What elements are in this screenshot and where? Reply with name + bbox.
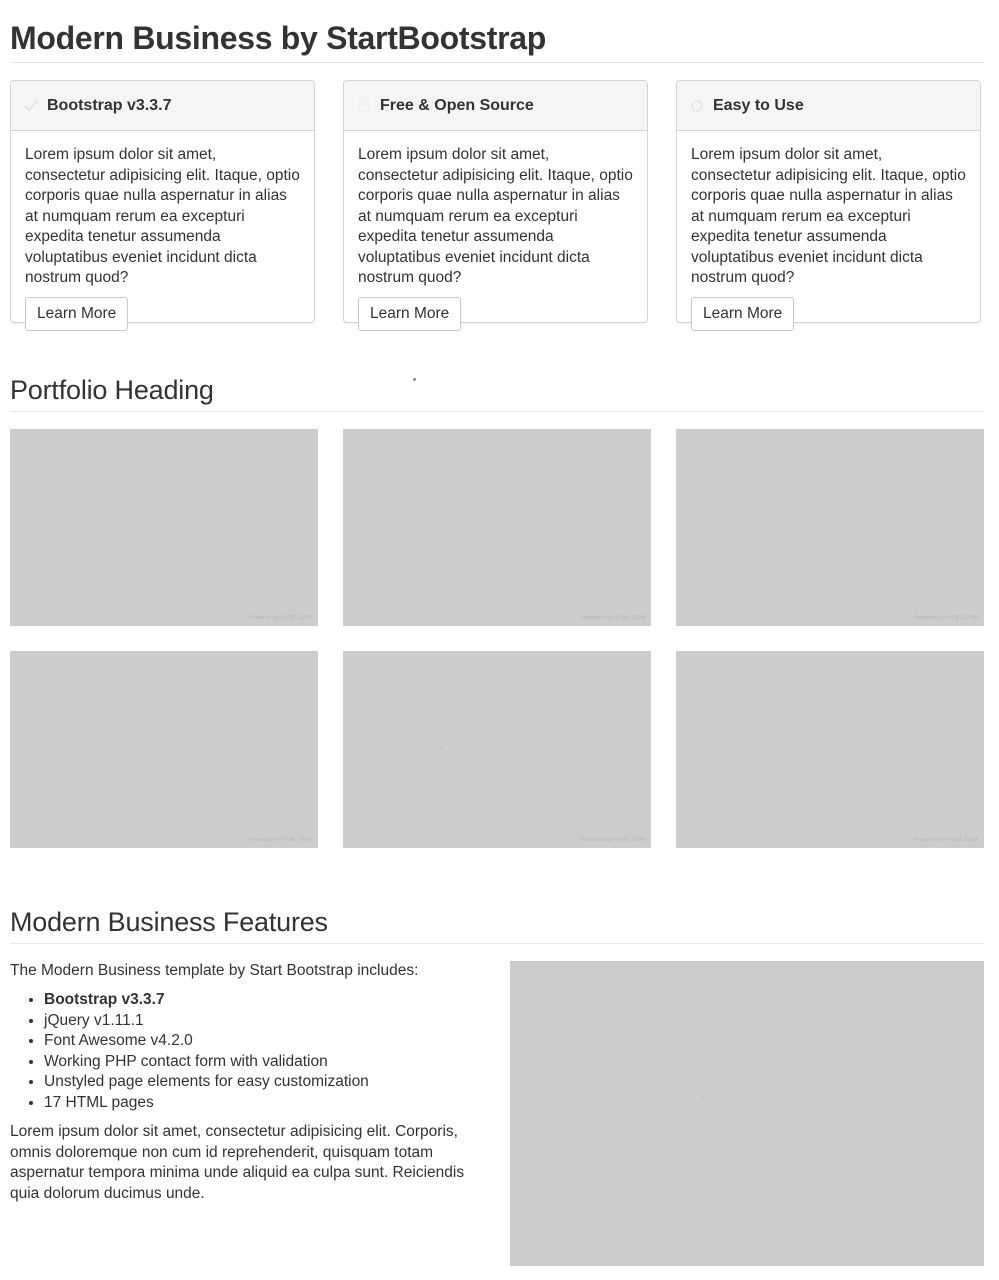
learn-more-button[interactable]: Learn More [358,296,462,331]
features-intro: The Modern Business template by Start Bo… [10,962,419,979]
portfolio-item[interactable]: Powered by HTML.COM [343,651,651,848]
list-item: 17 HTML pages [44,1093,369,1114]
placeholder-speck [125,530,127,531]
placeholder-speck [702,1097,704,1098]
panel-heading: Free & Open Source [344,81,647,131]
list-item: Font Awesome v4.2.0 [44,1031,369,1052]
powered-caption: Powered by HTML.COM [914,614,978,621]
portfolio-item[interactable]: Powered by HTML.COM [343,429,651,626]
panel-title: Easy to Use [713,96,804,114]
list-item: Bootstrap v3.3.7 [44,990,369,1011]
feature-panel-bootstrap: Bootstrap v3.3.7 Lorem ipsum dolor sit a… [10,80,315,331]
placeholder-speck [164,761,166,762]
placeholder-speck [826,1132,828,1133]
panel-text: Lorem ipsum dolor sit amet, consectetur … [358,146,633,286]
learn-more-button[interactable]: Learn More [691,296,795,331]
portfolio-item[interactable]: Powered by HTML.COM [10,651,318,848]
list-item: jQuery v1.11.1 [44,1011,369,1032]
feature-image-placeholder [510,961,984,1266]
panel-heading: Easy to Use [677,81,980,131]
gift-icon [356,99,376,113]
powered-caption: Powered by HTML.COM [581,614,645,621]
panel-text: Lorem ipsum dolor sit amet, consectetur … [691,146,966,286]
features-paragraph: Lorem ipsum dolor sit amet, consectetur … [10,1123,465,1202]
check-icon [23,99,43,113]
powered-caption: Powered by HTML.COM [914,836,978,843]
portfolio-divider [10,411,984,412]
powered-caption: Powered by HTML.COM [581,836,645,843]
placeholder-speck [546,541,548,542]
page-title: Modern Business by StartBootstrap [10,20,546,56]
learn-more-button[interactable]: Learn More [25,296,129,331]
compass-icon [689,99,709,113]
panel-body: Lorem ipsum dolor sit amet, consectetur … [11,131,314,331]
title-divider [10,62,984,63]
list-item: Working PHP contact form with validation [44,1052,369,1073]
portfolio-item[interactable]: Powered by HTML.COM [10,429,318,626]
feature-panel-easy-to-use: Easy to Use Lorem ipsum dolor sit amet, … [676,80,981,331]
panel-body: Lorem ipsum dolor sit amet, consectetur … [344,131,647,331]
list-item: Unstyled page elements for easy customiz… [44,1072,369,1093]
stray-dot [413,378,416,381]
panel-title: Bootstrap v3.3.7 [47,96,172,114]
placeholder-speck [682,1131,684,1132]
portfolio-item[interactable]: Powered by HTML.COM [676,651,984,848]
panel-text: Lorem ipsum dolor sit amet, consectetur … [25,146,300,286]
features-divider [10,943,984,944]
placeholder-speck [440,747,442,748]
feature-panel-open-source: Free & Open Source Lorem ipsum dolor sit… [343,80,648,331]
features-heading: Modern Business Features [10,907,328,937]
portfolio-item[interactable]: Powered by HTML.COM [676,429,984,626]
powered-caption: Powered by HTML.COM [248,836,312,843]
panel-heading: Bootstrap v3.3.7 [11,81,314,131]
portfolio-heading: Portfolio Heading [10,375,214,405]
features-list: Bootstrap v3.3.7 jQuery v1.11.1 Font Awe… [10,990,369,1113]
powered-caption: Powered by HTML.COM [248,614,312,621]
panel-title: Free & Open Source [380,96,534,114]
panel-body: Lorem ipsum dolor sit amet, consectetur … [677,131,980,331]
